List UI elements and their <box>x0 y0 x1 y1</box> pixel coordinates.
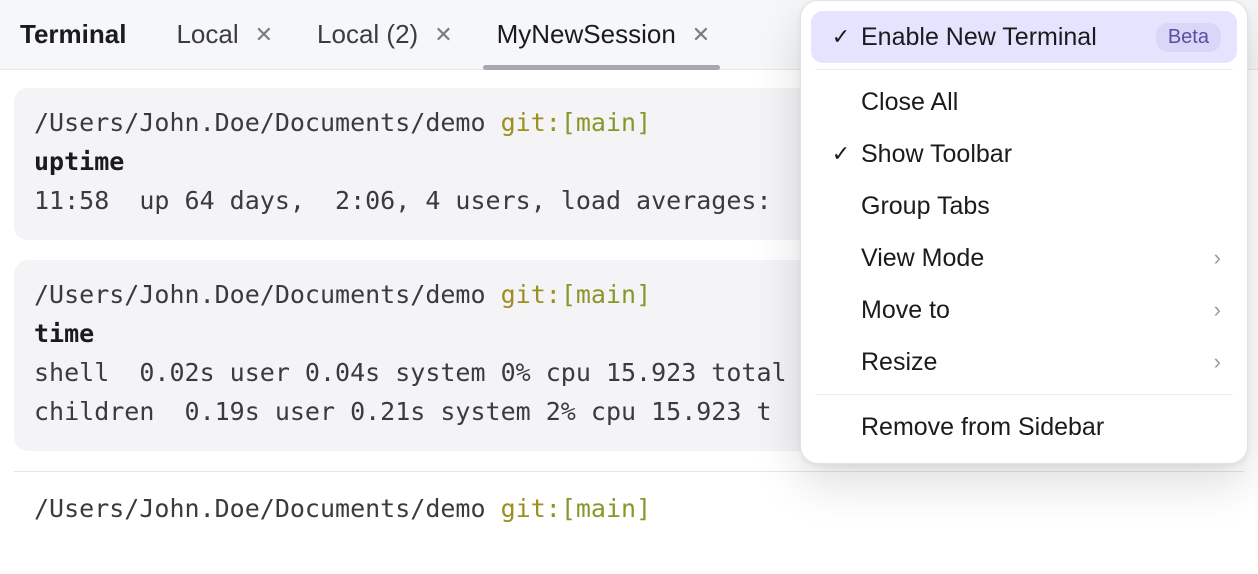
close-icon[interactable]: ✕ <box>432 22 454 48</box>
menu-group-tabs[interactable]: Group Tabs <box>811 180 1237 232</box>
menu-label: Show Toolbar <box>861 140 1221 169</box>
tab-local-2[interactable]: Local (2) ✕ <box>293 0 473 69</box>
prompt-line[interactable]: /Users/John.Doe/Documents/demo git:[main… <box>14 486 1244 549</box>
command-output: shell 0.02s user 0.04s system 0% cpu 15.… <box>34 358 787 426</box>
menu-resize[interactable]: Resize › <box>811 336 1237 388</box>
menu-label: Group Tabs <box>861 192 1221 221</box>
menu-label: Close All <box>861 88 1221 117</box>
menu-separator <box>815 69 1233 70</box>
beta-badge: Beta <box>1156 23 1221 52</box>
close-icon[interactable]: ✕ <box>690 22 712 48</box>
close-icon[interactable]: ✕ <box>253 22 275 48</box>
menu-enable-new-terminal[interactable]: ✓ Enable New Terminal Beta <box>811 11 1237 63</box>
menu-close-all[interactable]: Close All <box>811 76 1237 128</box>
prompt-git-branch: [main] <box>561 280 651 309</box>
context-menu: ✓ Enable New Terminal Beta Close All ✓ S… <box>800 0 1248 464</box>
command-output: 11:58 up 64 days, 2:06, 4 users, load av… <box>34 186 772 215</box>
menu-label: Enable New Terminal <box>861 23 1148 52</box>
tab-label: Local <box>176 19 238 50</box>
menu-show-toolbar[interactable]: ✓ Show Toolbar <box>811 128 1237 180</box>
panel-title: Terminal <box>6 19 152 50</box>
prompt-git-branch: [main] <box>561 108 651 137</box>
command-text: uptime <box>34 147 124 176</box>
prompt-git-label: git: <box>501 108 561 137</box>
prompt-path: /Users/John.Doe/Documents/demo <box>34 280 486 309</box>
tab-mynewsession[interactable]: MyNewSession ✕ <box>473 0 731 69</box>
chevron-right-icon: › <box>1214 297 1221 323</box>
prompt-git-label: git: <box>501 280 561 309</box>
menu-label: View Mode <box>861 244 1214 273</box>
chevron-right-icon: › <box>1214 349 1221 375</box>
chevron-right-icon: › <box>1214 245 1221 271</box>
prompt-git-label: git: <box>501 494 561 523</box>
prompt-path: /Users/John.Doe/Documents/demo <box>34 108 486 137</box>
check-icon: ✓ <box>821 24 861 50</box>
menu-separator <box>815 394 1233 395</box>
prompt-git-branch: [main] <box>561 494 651 523</box>
menu-label: Resize <box>861 348 1214 377</box>
menu-label: Move to <box>861 296 1214 325</box>
menu-label: Remove from Sidebar <box>861 413 1221 442</box>
prompt-path: /Users/John.Doe/Documents/demo <box>34 494 486 523</box>
tab-local[interactable]: Local ✕ <box>152 0 293 69</box>
tab-label: Local (2) <box>317 19 418 50</box>
menu-remove-from-sidebar[interactable]: Remove from Sidebar <box>811 401 1237 453</box>
tab-label: MyNewSession <box>497 19 676 50</box>
divider <box>14 471 1244 472</box>
menu-view-mode[interactable]: View Mode › <box>811 232 1237 284</box>
menu-move-to[interactable]: Move to › <box>811 284 1237 336</box>
check-icon: ✓ <box>821 141 861 167</box>
command-text: time <box>34 319 94 348</box>
